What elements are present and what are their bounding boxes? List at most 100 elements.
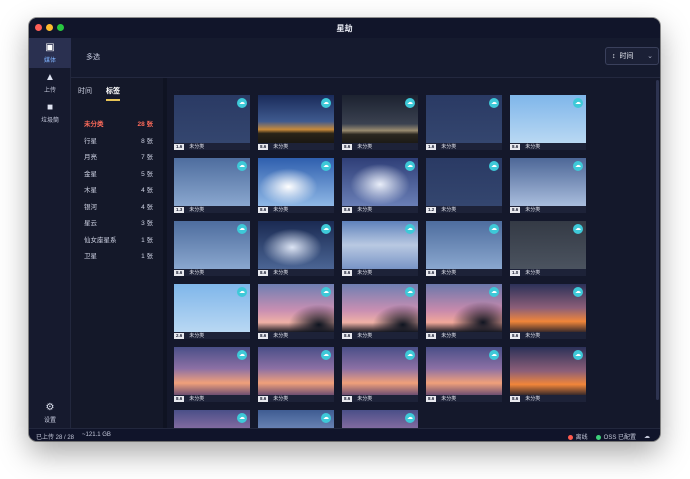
photo-thumbnail[interactable]: ☁ 8.6 未分类	[174, 221, 250, 276]
photo-thumbnail[interactable]: ☁ 8.6 未分类	[258, 284, 334, 339]
minimize-window-button[interactable]	[46, 24, 53, 31]
cloud-synced-icon: ☁	[573, 98, 583, 108]
file-size-badge: 8.6	[258, 206, 269, 213]
photo-thumbnail[interactable]: ☁ 8.6 未分类	[510, 95, 586, 150]
photo-tag: 未分类	[189, 396, 205, 402]
file-size-badge: 8.6	[174, 269, 185, 276]
app-window: 星劫 ▣ 媒体 ▲ 上传 ■ 垃圾筒 ⚙ 设置 多选 ↕ 时间 ⌄ ↻ 刷新	[29, 18, 660, 441]
category-item[interactable]: 星云 3 张	[71, 214, 163, 231]
photo-thumbnail[interactable]: ☁ 8.6 未分类	[258, 347, 334, 402]
photo-thumbnail[interactable]: ☁ 8.6 未分类	[510, 158, 586, 213]
photo-thumbnail[interactable]: ☁	[258, 410, 334, 428]
photo-thumbnail[interactable]: ☁	[174, 410, 250, 428]
cloud-synced-icon: ☁	[405, 98, 415, 108]
category-item[interactable]: 仙女座星系 1 张	[71, 231, 163, 248]
photo-thumbnail[interactable]: ☁ 2.6 未分类	[174, 284, 250, 339]
photo-thumbnail[interactable]: ☁ 8.6 未分类	[342, 221, 418, 276]
photo-thumbnail[interactable]: ☁ 8.6 未分类	[258, 158, 334, 213]
photo-info-bar: 8.6 未分类	[258, 206, 334, 213]
photo-info-bar: 1.6 未分类	[174, 143, 250, 150]
photo-info-bar: 8.6 未分类	[510, 332, 586, 339]
photo-thumbnail[interactable]: ☁ 8.6 未分类	[342, 347, 418, 402]
maximize-window-button[interactable]	[57, 24, 64, 31]
photo-tag: 未分类	[189, 144, 205, 150]
category-count: 8 张	[141, 137, 153, 145]
file-size-badge: 8.6	[510, 206, 521, 213]
photo-tag: 未分类	[525, 396, 541, 402]
category-name: 金星	[84, 170, 97, 178]
multi-select-button[interactable]: 多选	[86, 52, 100, 62]
photo-thumbnail[interactable]: ☁ 1.6 未分类	[174, 95, 250, 150]
category-item[interactable]: 金星 5 张	[71, 165, 163, 182]
photo-thumbnail[interactable]: ☁ 1.2 未分类	[426, 158, 502, 213]
category-name: 卫星	[84, 253, 97, 261]
photo-thumbnail[interactable]: ☁ 8.6 未分类	[426, 347, 502, 402]
photo-thumbnail[interactable]: ☁ 8.6 未分类	[426, 221, 502, 276]
file-size-badge: 8.6	[426, 395, 437, 402]
photo-info-bar: 8.6 未分类	[510, 395, 586, 402]
cloud-synced-icon: ☁	[573, 350, 583, 360]
photo-thumbnail[interactable]: ☁ 8.6 未分类	[510, 284, 586, 339]
category-item[interactable]: 未分类 28 张	[71, 115, 163, 132]
cloud-synced-icon: ☁	[237, 287, 247, 297]
sort-label: 时间	[619, 53, 634, 60]
category-name: 月亮	[84, 154, 97, 162]
photo-thumbnail[interactable]: ☁ 8.6 未分类	[342, 95, 418, 150]
settings-icon: ⚙	[45, 401, 55, 413]
close-window-button[interactable]	[35, 24, 42, 31]
photo-thumbnail[interactable]: ☁ 1.6 未分类	[426, 95, 502, 150]
offline-status: 离线	[567, 432, 588, 441]
photo-info-bar: 8.6 未分类	[174, 395, 250, 402]
window-controls	[35, 24, 64, 31]
photo-tag: 未分类	[441, 144, 457, 150]
rail-item-media[interactable]: ▣ 媒体	[29, 38, 71, 68]
cloud-icon[interactable]: ☁	[644, 433, 650, 440]
category-item[interactable]: 卫星 1 张	[71, 247, 163, 264]
photo-tag: 未分类	[273, 396, 289, 402]
cloud-synced-icon: ☁	[321, 98, 331, 108]
rail-item-trash[interactable]: ■ 垃圾筒	[29, 98, 71, 128]
photo-thumbnail[interactable]: ☁ 8.6 未分类	[426, 284, 502, 339]
photo-info-bar: 8.6 未分类	[510, 143, 586, 150]
photo-tag: 未分类	[357, 270, 373, 276]
cloud-synced-icon: ☁	[573, 224, 583, 234]
photo-info-bar: 1.0 未分类	[510, 269, 586, 276]
photo-thumbnail[interactable]: ☁ 8.6 未分类	[258, 221, 334, 276]
category-count: 3 张	[141, 220, 153, 228]
tab-time[interactable]: 时间	[78, 86, 92, 101]
category-item[interactable]: 银河 4 张	[71, 198, 163, 215]
tab-tags[interactable]: 标签	[106, 86, 120, 101]
category-item[interactable]: 行星 8 张	[71, 132, 163, 149]
photo-thumbnail[interactable]: ☁ 8.6 未分类	[342, 158, 418, 213]
photo-thumbnail[interactable]: ☁ 8.6 未分类	[258, 95, 334, 150]
cloud-synced-icon: ☁	[321, 413, 331, 423]
grid-scrollbar[interactable]	[656, 80, 659, 400]
photo-info-bar: 8.6 未分类	[426, 332, 502, 339]
category-item[interactable]: 木星 4 张	[71, 181, 163, 198]
toolbar: 多选 ↕ 时间 ⌄ ↻ 刷新	[71, 38, 660, 78]
oss-label: OSS 已配置	[603, 435, 636, 441]
photo-thumbnail[interactable]: ☁ 1.3 未分类	[174, 158, 250, 213]
photo-thumbnail[interactable]: ☁	[342, 410, 418, 428]
photo-thumbnail[interactable]: ☁ 8.6 未分类	[174, 347, 250, 402]
cloud-synced-icon: ☁	[237, 350, 247, 360]
sort-dropdown[interactable]: ↕ 时间 ⌄	[605, 47, 659, 65]
photo-tag: 未分类	[525, 270, 541, 276]
rail-item-settings[interactable]: ⚙ 设置	[29, 398, 71, 428]
photo-thumbnail[interactable]: ☁ 8.6 未分类	[510, 347, 586, 402]
rail-item-upload[interactable]: ▲ 上传	[29, 68, 71, 98]
oss-status: OSS 已配置	[595, 432, 636, 441]
cloud-synced-icon: ☁	[405, 161, 415, 171]
photo-thumbnail[interactable]: ☁ 8.6 未分类	[342, 284, 418, 339]
window-title: 星劫	[336, 23, 353, 33]
storage-usage: ~121.1 GB	[82, 432, 111, 438]
category-count: 1 张	[141, 236, 153, 244]
photo-thumbnail[interactable]: ☁ 1.0 未分类	[510, 221, 586, 276]
file-size-badge: 1.2	[426, 206, 437, 213]
titlebar: 星劫	[29, 18, 660, 38]
cloud-synced-icon: ☁	[237, 224, 247, 234]
photo-tag: 未分类	[273, 270, 289, 276]
rail-item-label: 设置	[43, 417, 56, 424]
category-item[interactable]: 月亮 7 张	[71, 148, 163, 165]
photo-info-bar: 1.6 未分类	[426, 143, 502, 150]
